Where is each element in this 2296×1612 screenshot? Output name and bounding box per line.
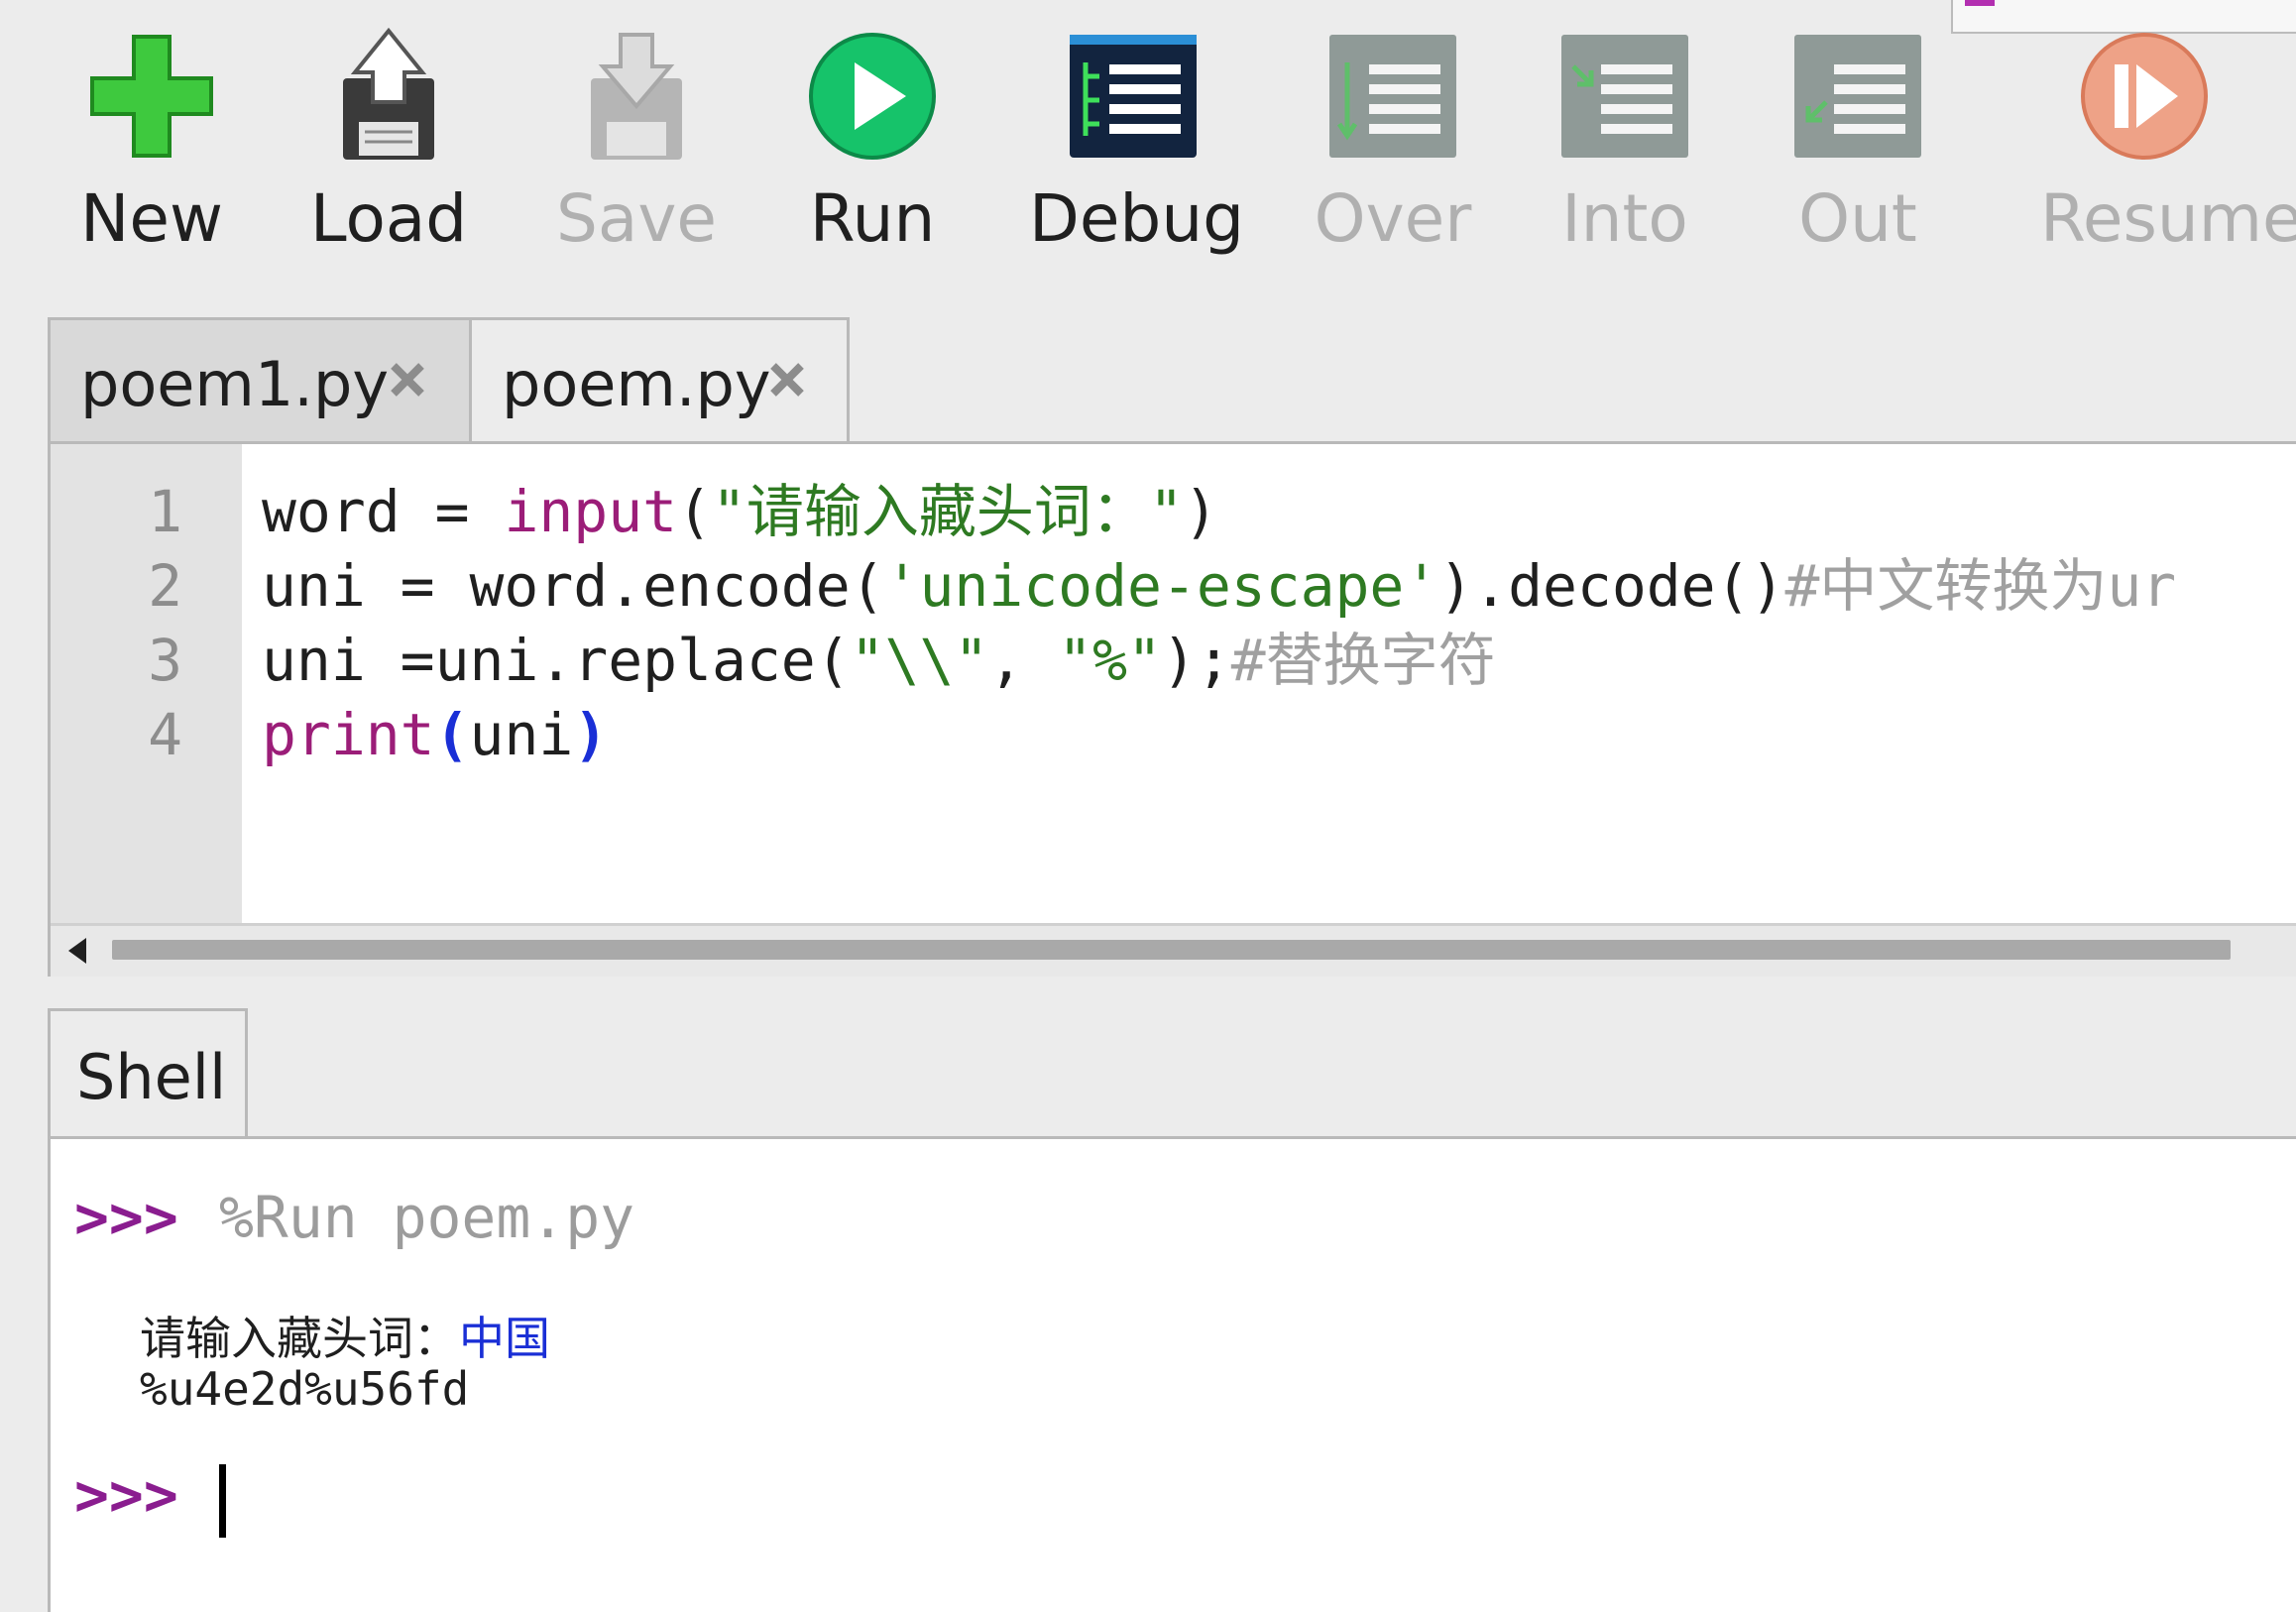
editor-tab-bar: poem1.py poem.py <box>48 317 2296 447</box>
step-out-button-label: Out <box>1798 180 1917 257</box>
plus-icon <box>90 35 213 158</box>
code-token: #中文转换为ur <box>1784 552 2177 620</box>
step-over-icon <box>1329 35 1456 158</box>
horizontal-scrollbar[interactable] <box>51 923 2296 977</box>
shell-console[interactable]: >>> %Run poem.py 请输入藏头词：中国 %u4e2d%u56fd … <box>48 1136 2296 1612</box>
scroll-left-arrow-icon[interactable] <box>68 938 86 964</box>
shell-prompt: >>> <box>74 1184 178 1251</box>
scrollbar-thumb[interactable] <box>112 940 2231 960</box>
code-token: "%" <box>1058 627 1162 694</box>
tab-poem1[interactable]: poem1.py <box>48 317 472 444</box>
code-token: uni <box>469 701 574 768</box>
code-token: "请输入藏头词：" <box>711 478 1184 545</box>
code-token: ) <box>1183 478 1218 545</box>
run-button[interactable]: Run <box>768 22 976 280</box>
output-result: %u4e2d%u56fd <box>140 1362 470 1416</box>
code-token: ); <box>1161 627 1231 694</box>
line-number: 1 <box>148 478 182 545</box>
code-token: ( <box>677 478 712 545</box>
step-into-icon <box>1561 35 1688 158</box>
run-button-label: Run <box>809 180 936 257</box>
resume-button[interactable]: Resume <box>2040 22 2296 280</box>
code-line: uni = word.encode('unicode-escape').deco… <box>262 548 2176 624</box>
line-number: 2 <box>148 552 182 620</box>
code-line: print(uni) <box>262 697 608 772</box>
code-line: word = input("请输入藏头词：") <box>262 474 1218 549</box>
user-input-text: 中国 <box>459 1312 550 1365</box>
code-editor[interactable]: 1 2 3 4 word = input("请输入藏头词：") uni = wo… <box>48 441 2296 977</box>
debug-icon <box>1070 35 1197 158</box>
text-cursor <box>219 1464 226 1538</box>
code-token: word = <box>262 478 505 545</box>
step-out-icon <box>1794 35 1921 158</box>
play-icon <box>809 33 936 160</box>
code-token: print <box>262 701 435 768</box>
run-command: %Run poem.py <box>219 1184 635 1251</box>
shell-prompt: >>> <box>74 1461 178 1529</box>
code-line: uni =uni.replace("\\", "%");#替换字符 <box>262 623 1496 698</box>
line-number: 4 <box>148 701 182 768</box>
shell-tab-bar: Shell <box>48 1008 2296 1139</box>
code-token: ) <box>573 701 609 768</box>
output-line: 请输入藏头词：中国 <box>140 1303 550 1368</box>
code-token: uni = word.encode( <box>262 552 885 620</box>
line-number-gutter: 1 2 3 4 <box>51 444 242 923</box>
step-into-button-label: Into <box>1561 180 1688 257</box>
tab-label: poem.py <box>502 348 771 420</box>
code-token: #替换字符 <box>1230 627 1496 694</box>
save-button-label: Save <box>555 180 717 257</box>
load-button-label: Load <box>309 180 468 257</box>
line-number: 3 <box>148 627 182 694</box>
step-over-button[interactable]: Over <box>1289 22 1497 280</box>
code-token: uni =uni.replace( <box>262 627 851 694</box>
debug-button-label: Debug <box>1029 180 1245 257</box>
debug-button[interactable]: Debug <box>1029 22 1245 280</box>
code-token: "\\" <box>850 627 989 694</box>
resume-icon <box>2081 33 2208 160</box>
load-button[interactable]: Load <box>285 22 493 280</box>
close-icon[interactable] <box>386 358 429 402</box>
tab-label: Shell <box>76 1041 227 1113</box>
step-over-button-label: Over <box>1314 180 1472 257</box>
tab-poem[interactable]: poem.py <box>469 317 850 447</box>
new-button-label: New <box>80 180 223 257</box>
code-token: ( <box>434 701 470 768</box>
code-token: input <box>504 478 678 545</box>
save-floppy-icon <box>591 33 682 160</box>
load-floppy-icon <box>343 27 434 160</box>
resume-button-label: Resume <box>2040 180 2296 257</box>
step-out-button[interactable]: Out <box>1754 22 1962 280</box>
step-into-button[interactable]: Into <box>1521 22 1729 280</box>
tab-shell[interactable]: Shell <box>48 1008 248 1139</box>
code-token: ).decode() <box>1438 552 1785 620</box>
new-button[interactable]: New <box>48 22 256 280</box>
close-icon[interactable] <box>765 358 809 402</box>
code-token: , <box>988 627 1059 694</box>
toolbar: New Load Save Run Debug Over Into Out Re… <box>0 0 2296 297</box>
tab-label: poem1.py <box>80 348 390 420</box>
save-button[interactable]: Save <box>532 22 741 280</box>
code-token: 'unicode-escape' <box>884 552 1439 620</box>
output-prompt-text: 请输入藏头词： <box>140 1312 459 1365</box>
